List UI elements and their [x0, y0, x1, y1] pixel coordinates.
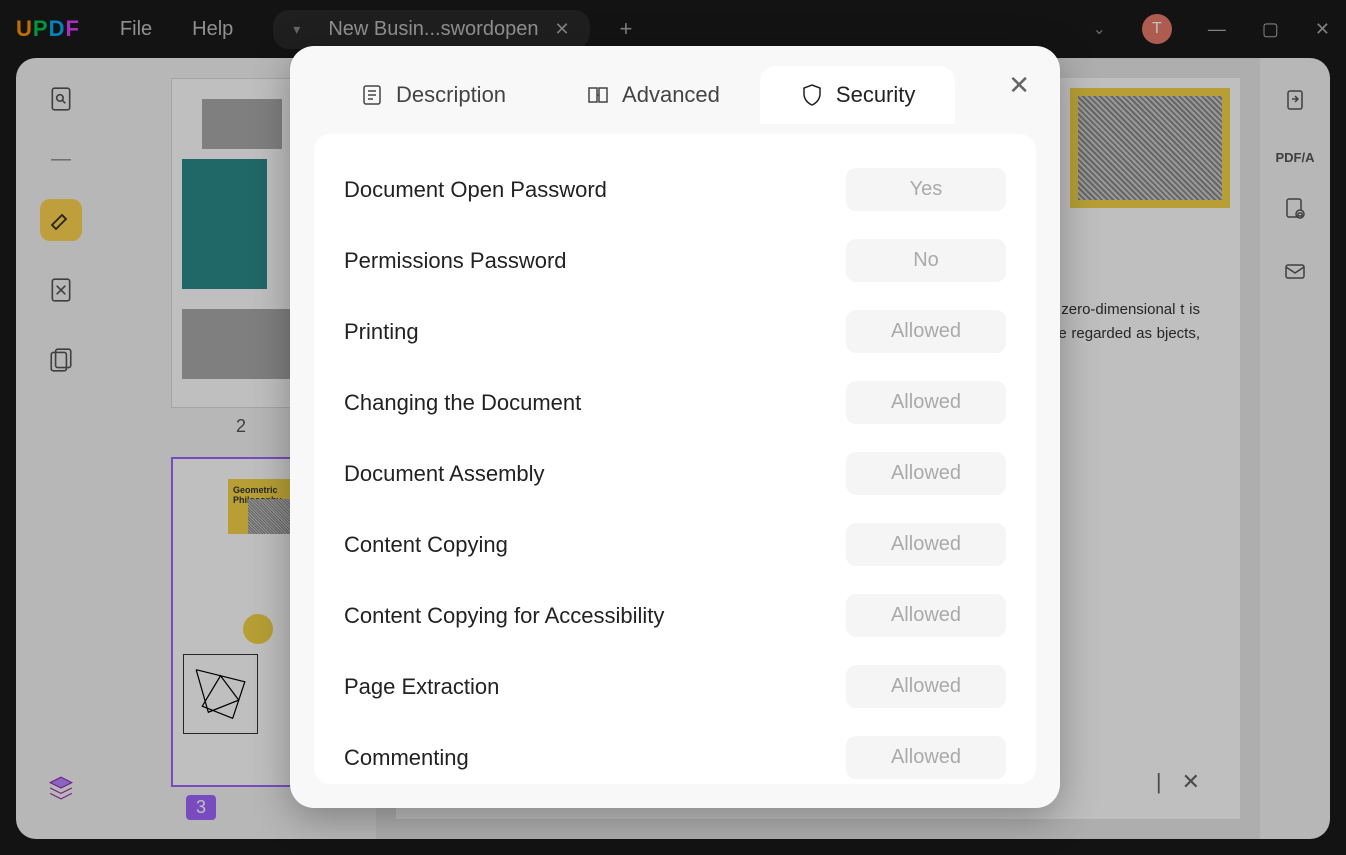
security-value: No — [846, 239, 1006, 282]
security-value: Allowed — [846, 736, 1006, 779]
security-label: Changing the Document — [344, 390, 581, 416]
properties-modal: Description Advanced Security ✕ Document… — [290, 46, 1060, 808]
security-label: Page Extraction — [344, 674, 499, 700]
security-row: Document Assembly Allowed — [344, 438, 1006, 509]
tab-advanced-label: Advanced — [622, 82, 720, 108]
security-row: Content Copying Allowed — [344, 509, 1006, 580]
security-value: Allowed — [846, 381, 1006, 424]
security-label: Commenting — [344, 745, 469, 771]
security-row: Commenting Allowed — [344, 722, 1006, 784]
security-row: Document Open Password Yes — [344, 154, 1006, 225]
security-row: Page Extraction Allowed — [344, 651, 1006, 722]
security-label: Content Copying — [344, 532, 508, 558]
security-row: Content Copying for Accessibility Allowed — [344, 580, 1006, 651]
security-value: Allowed — [846, 452, 1006, 495]
tab-description-label: Description — [396, 82, 506, 108]
modal-body: Document Open Password Yes Permissions Pas… — [314, 134, 1036, 784]
security-label: Content Copying for Accessibility — [344, 603, 664, 629]
tab-security-label: Security — [836, 82, 915, 108]
security-value: Allowed — [846, 594, 1006, 637]
security-row: Printing Allowed — [344, 296, 1006, 367]
tab-advanced[interactable]: Advanced — [546, 66, 760, 124]
tab-description[interactable]: Description — [320, 66, 546, 124]
security-row: Permissions Password No — [344, 225, 1006, 296]
security-label: Permissions Password — [344, 248, 567, 274]
security-label: Document Assembly — [344, 461, 545, 487]
modal-tabs: Description Advanced Security ✕ — [290, 46, 1060, 134]
security-label: Printing — [344, 319, 419, 345]
security-value: Yes — [846, 168, 1006, 211]
security-label: Document Open Password — [344, 177, 607, 203]
security-value: Allowed — [846, 523, 1006, 566]
security-value: Allowed — [846, 665, 1006, 708]
modal-close-icon[interactable]: ✕ — [1008, 70, 1030, 101]
security-value: Allowed — [846, 310, 1006, 353]
security-row: Changing the Document Allowed — [344, 367, 1006, 438]
tab-security[interactable]: Security — [760, 66, 955, 124]
